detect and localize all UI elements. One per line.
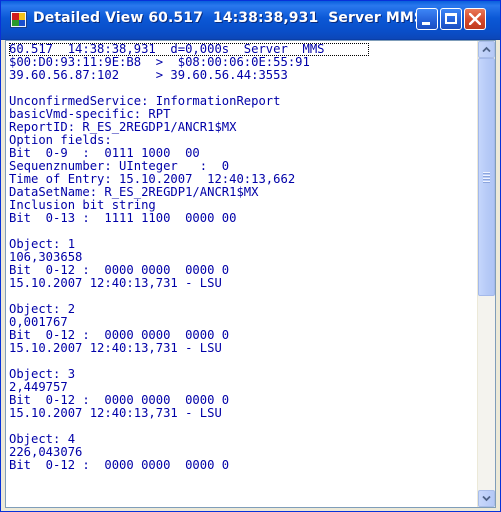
scrollbar-grip — [483, 175, 490, 177]
scrollbar-grip — [483, 178, 490, 180]
detail-text-area[interactable]: 60.517 14:38:38,931 d=0,000s Server MMS $… — [5, 40, 496, 508]
maximize-button[interactable] — [440, 8, 462, 30]
minimize-button[interactable] — [416, 8, 438, 30]
log-line: 39.60.56.87:102 > 39.60.56.44:3553 — [9, 68, 288, 82]
maximize-icon — [445, 13, 457, 24]
close-icon — [469, 13, 481, 25]
vertical-scrollbar[interactable] — [477, 41, 495, 507]
app-icon[interactable] — [10, 11, 27, 28]
scrollbar-grip — [483, 181, 490, 183]
log-line: Bit 0-13 : 1111 1100 0000 00 — [9, 211, 237, 225]
log-line: Object: 3 — [9, 367, 76, 381]
title-bar[interactable]: Detailed View 60.517 14:38:38,931 Server… — [1, 1, 500, 40]
scroll-up-button[interactable] — [478, 41, 495, 58]
scrollbar-grip — [483, 172, 490, 174]
chevron-up-icon — [482, 46, 491, 53]
scrollbar-thumb[interactable] — [478, 58, 495, 296]
log-line: 15.10.2007 12:40:13,731 - LSU — [9, 406, 222, 420]
window-title: Detailed View 60.517 14:38:38,931 Server… — [33, 10, 425, 26]
close-button[interactable] — [464, 8, 486, 30]
chevron-down-icon — [482, 495, 491, 502]
detailed-view-window: Detailed View 60.517 14:38:38,931 Server… — [0, 0, 501, 512]
log-line: Bit 0-12 : 0000 0000 0000 0 — [9, 458, 230, 472]
log-line: 15.10.2007 12:40:13,731 - LSU — [9, 341, 222, 355]
log-line: Object: 2 — [9, 302, 76, 316]
detail-log: 60.517 14:38:38,931 d=0,000s Server MMS $… — [9, 43, 479, 505]
minimize-icon — [422, 22, 430, 25]
scroll-down-button[interactable] — [478, 490, 495, 507]
log-line: 15.10.2007 12:40:13,731 - LSU — [9, 276, 222, 290]
